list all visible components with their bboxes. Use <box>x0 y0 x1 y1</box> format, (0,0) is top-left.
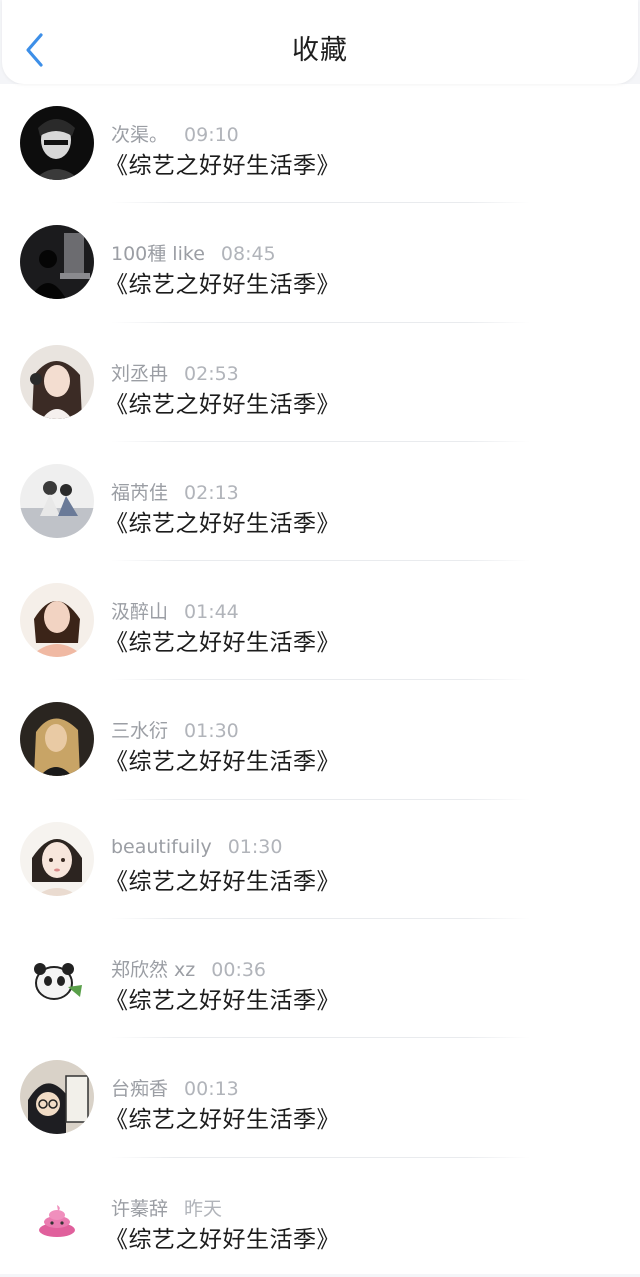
sender-name: 郑欣然 xz <box>111 959 196 982</box>
list-item[interactable]: 许蓁辞 昨天 《综艺之好好生活季》 <box>0 1158 640 1277</box>
favorite-title: 《综艺之好好生活季》 <box>105 272 340 299</box>
avatar[interactable] <box>20 1060 94 1135</box>
favorite-title: 《综艺之好好生活季》 <box>105 1107 340 1134</box>
timestamp: 01:30 <box>184 720 239 743</box>
favorite-title: 《综艺之好好生活季》 <box>105 510 340 537</box>
list-item[interactable]: 三水衍 01:30 《综艺之好好生活季》 <box>0 680 640 800</box>
favorite-title: 《综艺之好好生活季》 <box>105 630 340 657</box>
sender-name: 刘丞冉 <box>111 362 169 385</box>
timestamp: 00:36 <box>211 959 267 982</box>
list-item[interactable]: beautifuily 01:30 《综艺之好好生活季》 <box>0 800 640 920</box>
avatar[interactable] <box>20 225 94 300</box>
list-item[interactable]: 汲醉山 01:44 《综艺之好好生活季》 <box>0 561 640 681</box>
timestamp: 01:44 <box>184 601 239 624</box>
list-item[interactable]: 福芮佳 02:13 《综艺之好好生活季》 <box>0 442 640 562</box>
list-item[interactable]: 郑欣然 xz 00:36 《综艺之好好生活季》 <box>0 919 640 1039</box>
sender-name: 福芮佳 <box>111 481 169 504</box>
avatar[interactable] <box>20 1179 94 1254</box>
avatar[interactable] <box>20 463 94 538</box>
avatar[interactable] <box>20 702 94 777</box>
favorite-title: 《综艺之好好生活季》 <box>105 988 340 1015</box>
sender-name: 许蓁辞 <box>111 1197 169 1220</box>
favorite-title: 《综艺之好好生活季》 <box>105 868 340 895</box>
sender-name: 次渠。 <box>111 124 169 146</box>
avatar[interactable] <box>20 583 94 658</box>
avatar[interactable] <box>20 344 94 419</box>
list-item[interactable]: 刘丞冉 02:53 《综艺之好好生活季》 <box>0 323 640 442</box>
sender-name: 汲醉山 <box>111 601 169 624</box>
timestamp: 09:10 <box>184 124 239 146</box>
favorites-list: 次渠。 09:10 《综艺之好好生活季》 100種 like 08:45 《综艺之好… <box>0 84 640 1274</box>
timestamp: 01:30 <box>227 835 283 858</box>
timestamp: 08:45 <box>220 243 276 266</box>
avatar[interactable] <box>20 941 94 1016</box>
timestamp: 02:53 <box>184 362 239 385</box>
avatar[interactable] <box>20 821 94 896</box>
sender-name: 台痴香 <box>111 1078 169 1101</box>
timestamp: 02:13 <box>184 481 239 504</box>
avatar[interactable] <box>20 106 94 180</box>
favorite-title: 《综艺之好好生活季》 <box>105 153 340 179</box>
page-title: 收藏 <box>292 35 348 66</box>
sender-name: 三水衍 <box>111 720 169 743</box>
list-item[interactable]: 台痴香 00:13 《综艺之好好生活季》 <box>0 1038 640 1158</box>
list-item[interactable]: 次渠。 09:10 《综艺之好好生活季》 <box>0 84 640 204</box>
favorite-title: 《综艺之好好生活季》 <box>105 391 340 418</box>
favorite-title: 《综艺之好好生活季》 <box>105 749 340 776</box>
nav-bar: 收藏 <box>2 0 638 84</box>
favorite-title: 《综艺之好好生活季》 <box>105 1226 340 1253</box>
list-item[interactable]: 100種 like 08:45 《综艺之好好生活季》 <box>0 203 640 323</box>
sender-name: 100種 like <box>111 243 205 266</box>
sender-name: beautifuily <box>111 835 212 858</box>
timestamp: 00:13 <box>184 1078 239 1101</box>
timestamp: 昨天 <box>184 1197 223 1220</box>
